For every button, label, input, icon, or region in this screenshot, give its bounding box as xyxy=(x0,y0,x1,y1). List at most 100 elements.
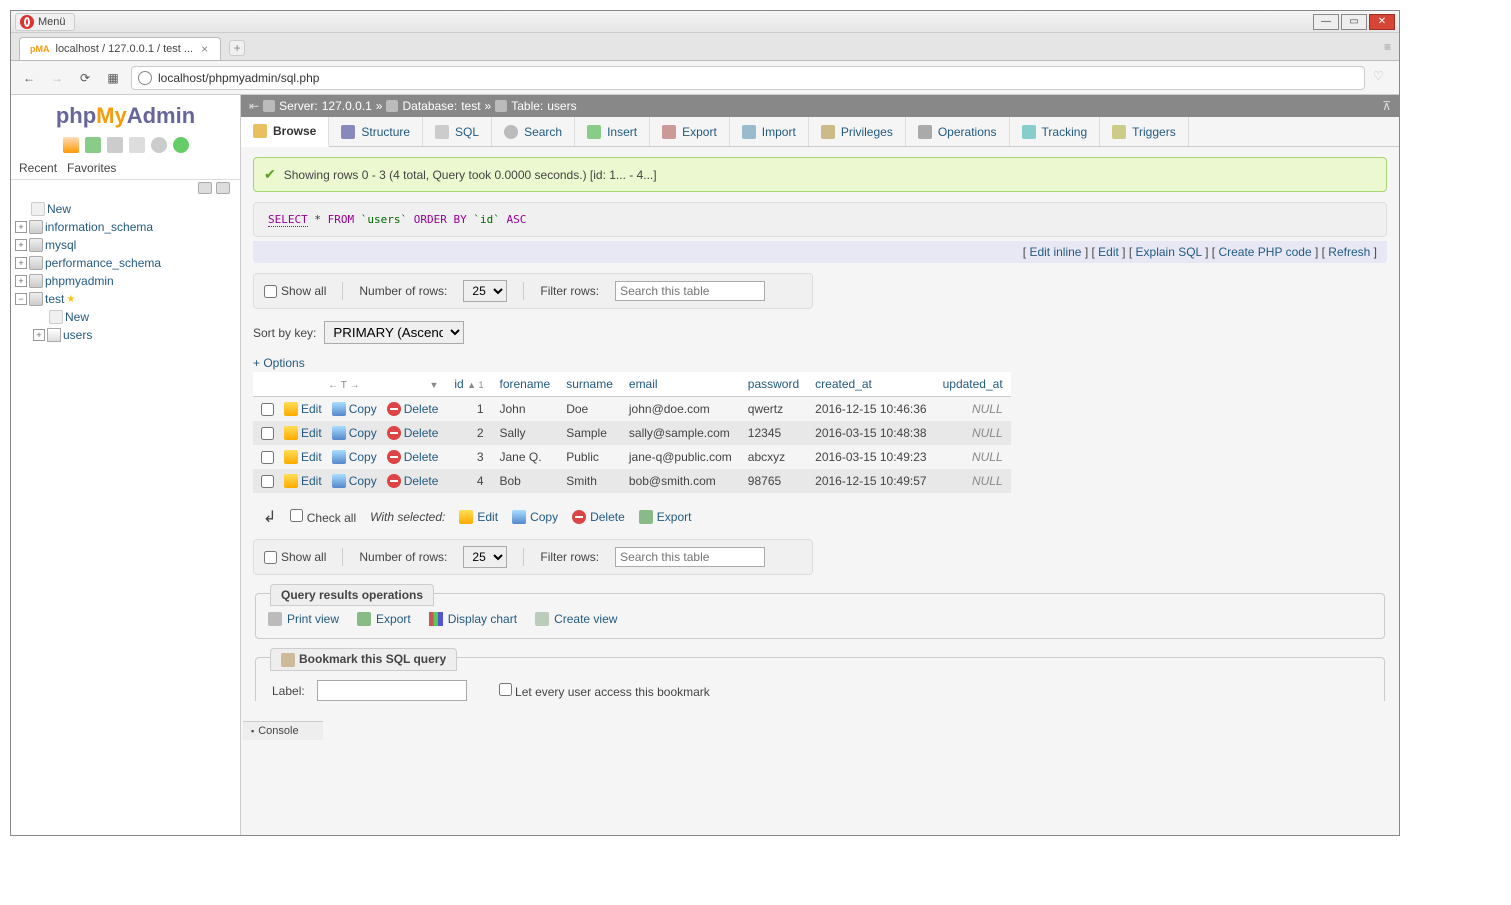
row-checkbox[interactable] xyxy=(261,403,274,416)
breadcrumb-database[interactable]: test xyxy=(461,99,480,113)
cell-email[interactable]: jane-q@public.com xyxy=(621,445,740,469)
show-all-checkbox[interactable]: Show all xyxy=(264,284,326,298)
cell-id[interactable]: 2 xyxy=(446,421,491,445)
cell-password[interactable]: 98765 xyxy=(740,469,807,493)
row-copy[interactable]: Copy xyxy=(332,450,377,464)
expand-icon[interactable]: + xyxy=(15,239,27,251)
tree-db-information-schema[interactable]: + information_schema xyxy=(15,218,236,236)
nav-collapse-icon[interactable]: ⇤ xyxy=(249,99,259,113)
cell-forename[interactable]: Bob xyxy=(492,469,559,493)
tree-test-new[interactable]: New xyxy=(15,308,236,326)
num-rows-select-bottom[interactable]: 25 xyxy=(463,546,507,568)
tree-db-mysql[interactable]: + mysql xyxy=(15,236,236,254)
row-delete[interactable]: Delete xyxy=(387,450,439,464)
browser-tab[interactable]: pMA localhost / 127.0.0.1 / test ... × xyxy=(19,37,221,60)
create-php-link[interactable]: Create PHP code xyxy=(1218,245,1311,259)
tab-export[interactable]: Export xyxy=(650,117,730,146)
row-checkbox[interactable] xyxy=(261,427,274,440)
bulk-delete[interactable]: Delete xyxy=(572,510,625,524)
check-all[interactable]: Check all xyxy=(290,509,356,525)
reload-button[interactable]: ⟳ xyxy=(75,68,95,88)
tab-import[interactable]: Import xyxy=(730,117,809,146)
sort-key-select[interactable]: PRIMARY (Ascending) xyxy=(324,321,464,344)
filter-input[interactable] xyxy=(615,281,765,301)
show-all-checkbox-bottom[interactable]: Show all xyxy=(264,550,326,564)
tab-sql[interactable]: SQL xyxy=(423,117,492,146)
tree-db-phpmyadmin[interactable]: + phpmyadmin xyxy=(15,272,236,290)
tab-close-button[interactable]: × xyxy=(199,42,210,56)
cell-password[interactable]: 12345 xyxy=(740,421,807,445)
cell-email[interactable]: bob@smith.com xyxy=(621,469,740,493)
bookmark-share-checkbox[interactable]: Let every user access this bookmark xyxy=(499,683,710,699)
reload-nav-icon[interactable] xyxy=(173,137,189,153)
back-button[interactable]: ← xyxy=(19,68,39,88)
refresh-link[interactable]: Refresh xyxy=(1328,245,1370,259)
cell-created-at[interactable]: 2016-12-15 10:49:57 xyxy=(807,469,934,493)
col-forename[interactable]: forename xyxy=(492,372,559,397)
cell-surname[interactable]: Smith xyxy=(558,469,621,493)
tree-new[interactable]: New xyxy=(15,200,236,218)
cell-updated-at[interactable]: NULL xyxy=(935,445,1011,469)
cell-updated-at[interactable]: NULL xyxy=(935,397,1011,422)
speed-dial-button[interactable]: ▦ xyxy=(103,68,123,88)
cell-surname[interactable]: Sample xyxy=(558,421,621,445)
new-tab-button[interactable]: + xyxy=(229,40,245,56)
cell-password[interactable]: abcxyz xyxy=(740,445,807,469)
row-copy[interactable]: Copy xyxy=(332,426,377,440)
cell-forename[interactable]: Sally xyxy=(492,421,559,445)
col-email[interactable]: email xyxy=(621,372,740,397)
tree-table-users[interactable]: + users xyxy=(15,326,236,344)
cell-created-at[interactable]: 2016-03-15 10:48:38 xyxy=(807,421,934,445)
cell-id[interactable]: 4 xyxy=(446,469,491,493)
collapse-icon[interactable]: − xyxy=(15,293,27,305)
bulk-copy[interactable]: Copy xyxy=(512,510,558,524)
col-surname[interactable]: surname xyxy=(558,372,621,397)
expand-icon[interactable]: + xyxy=(15,275,27,287)
print-view[interactable]: Print view xyxy=(268,612,339,626)
tab-browse[interactable]: Browse xyxy=(241,117,329,147)
tree-db-performance-schema[interactable]: + performance_schema xyxy=(15,254,236,272)
tab-operations[interactable]: Operations xyxy=(906,117,1010,146)
cell-surname[interactable]: Doe xyxy=(558,397,621,422)
cell-created-at[interactable]: 2016-03-15 10:49:23 xyxy=(807,445,934,469)
filter-input-bottom[interactable] xyxy=(615,547,765,567)
cell-email[interactable]: john@doe.com xyxy=(621,397,740,422)
tree-db-test[interactable]: − test ★ xyxy=(15,290,236,308)
minimize-button[interactable]: — xyxy=(1313,14,1339,30)
col-updated-at[interactable]: updated_at xyxy=(935,372,1011,397)
expand-icon[interactable]: + xyxy=(33,329,45,341)
options-toggle[interactable]: + Options xyxy=(253,356,305,370)
breadcrumb-server[interactable]: 127.0.0.1 xyxy=(322,99,372,113)
row-copy[interactable]: Copy xyxy=(332,402,377,416)
link-icon[interactable] xyxy=(216,182,230,194)
row-edit[interactable]: Edit xyxy=(284,474,322,488)
edit-inline-link[interactable]: Edit inline xyxy=(1029,245,1081,259)
logout-icon[interactable] xyxy=(85,137,101,153)
home-icon[interactable] xyxy=(63,137,79,153)
cell-surname[interactable]: Public xyxy=(558,445,621,469)
tab-privileges[interactable]: Privileges xyxy=(809,117,906,146)
bookmark-heart-button[interactable]: ♡ xyxy=(1373,69,1391,87)
phpmyadmin-logo[interactable]: phpMyAdmin xyxy=(11,95,240,133)
num-rows-select[interactable]: 25 xyxy=(463,280,507,302)
cell-email[interactable]: sally@sample.com xyxy=(621,421,740,445)
row-delete[interactable]: Delete xyxy=(387,426,439,440)
row-edit[interactable]: Edit xyxy=(284,450,322,464)
tab-search[interactable]: Search xyxy=(492,117,575,146)
create-view[interactable]: Create view xyxy=(535,612,617,626)
tab-triggers[interactable]: Triggers xyxy=(1100,117,1189,146)
tab-tracking[interactable]: Tracking xyxy=(1010,117,1101,146)
breadcrumb-table[interactable]: users xyxy=(547,99,576,113)
cell-updated-at[interactable]: NULL xyxy=(935,469,1011,493)
settings-icon[interactable] xyxy=(151,137,167,153)
row-checkbox[interactable] xyxy=(261,451,274,464)
row-delete[interactable]: Delete xyxy=(387,474,439,488)
cell-password[interactable]: qwertz xyxy=(740,397,807,422)
docs-icon[interactable] xyxy=(129,137,145,153)
row-edit[interactable]: Edit xyxy=(284,402,322,416)
forward-button[interactable]: → xyxy=(47,68,67,88)
expand-icon[interactable]: + xyxy=(15,221,27,233)
col-created-at[interactable]: created_at xyxy=(807,372,934,397)
favorites-tab[interactable]: Favorites xyxy=(67,161,116,175)
tab-overflow-icon[interactable]: ≡ xyxy=(1384,40,1391,54)
